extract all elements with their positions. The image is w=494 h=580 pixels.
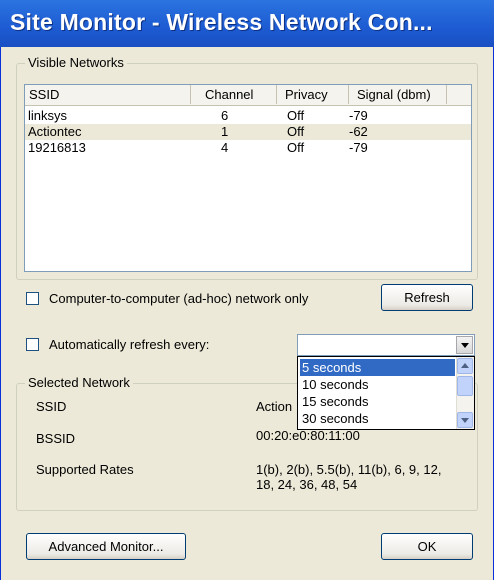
scroll-thumb[interactable]: [457, 376, 473, 396]
column-header-signal[interactable]: Signal (dbm): [349, 85, 447, 104]
rates-value-line2: 18, 24, 36, 48, 54: [256, 477, 358, 492]
cell-privacy: Off: [287, 124, 305, 139]
title-bar[interactable]: Site Monitor - Wireless Network Con...: [0, 0, 494, 47]
chevron-down-icon[interactable]: [456, 336, 473, 354]
list-header: SSID Channel Privacy Signal (dbm): [25, 85, 471, 106]
option-30-seconds[interactable]: 30 seconds: [300, 410, 455, 427]
ssid-value: Action: [256, 399, 293, 414]
column-header-ssid[interactable]: SSID: [25, 85, 191, 104]
table-row[interactable]: 19216813 4 Off -79: [25, 140, 471, 156]
cell-signal: -62: [349, 124, 368, 139]
window-title: Site Monitor - Wireless Network Con...: [10, 9, 433, 35]
dropdown-scrollbar[interactable]: [456, 357, 474, 429]
auto-refresh-checkbox[interactable]: [26, 338, 39, 351]
table-row[interactable]: Actiontec 1 Off -62: [25, 124, 471, 140]
cell-channel: 6: [221, 108, 229, 123]
cell-ssid: Actiontec: [28, 124, 82, 139]
networks-list[interactable]: SSID Channel Privacy Signal (dbm) linksy…: [24, 84, 472, 272]
refresh-interval-select[interactable]: [297, 334, 475, 356]
selected-network-label: Selected Network: [25, 375, 133, 390]
ssid-label: SSID: [36, 399, 67, 414]
advanced-monitor-button[interactable]: Advanced Monitor...: [26, 533, 186, 560]
cell-privacy: Off: [287, 140, 305, 155]
scroll-down-icon[interactable]: [457, 412, 473, 428]
cell-signal: -79: [349, 108, 368, 123]
column-header-channel[interactable]: Channel: [191, 85, 277, 104]
cell-signal: -79: [349, 140, 368, 155]
option-15-seconds[interactable]: 15 seconds: [300, 393, 455, 410]
refresh-button[interactable]: Refresh: [381, 284, 473, 311]
option-5-seconds[interactable]: 5 seconds: [300, 359, 455, 376]
auto-refresh-label[interactable]: Automatically refresh every:: [49, 337, 209, 352]
refresh-interval-dropdown[interactable]: 5 seconds 10 seconds 15 seconds 30 secon…: [297, 356, 475, 430]
rates-value-line1: 1(b), 2(b), 5.5(b), 11(b), 6, 9, 12,: [256, 462, 442, 477]
table-row[interactable]: linksys 6 Off -79: [25, 108, 471, 124]
visible-networks-label: Visible Networks: [25, 55, 127, 70]
scroll-up-icon[interactable]: [457, 358, 473, 374]
cell-channel: 4: [221, 140, 229, 155]
cell-ssid: 19216813: [28, 140, 86, 155]
rates-label: Supported Rates: [36, 462, 134, 477]
bssid-label: BSSID: [36, 431, 76, 446]
cell-channel: 1: [221, 124, 229, 139]
column-header-privacy[interactable]: Privacy: [277, 85, 349, 104]
ok-button[interactable]: OK: [381, 533, 473, 560]
cell-privacy: Off: [287, 108, 305, 123]
option-10-seconds[interactable]: 10 seconds: [300, 376, 455, 393]
adhoc-label[interactable]: Computer-to-computer (ad-hoc) network on…: [49, 291, 308, 306]
bssid-value: 00:20:e0:80:11:00: [256, 428, 360, 443]
cell-ssid: linksys: [28, 108, 68, 123]
adhoc-checkbox[interactable]: [26, 292, 39, 305]
